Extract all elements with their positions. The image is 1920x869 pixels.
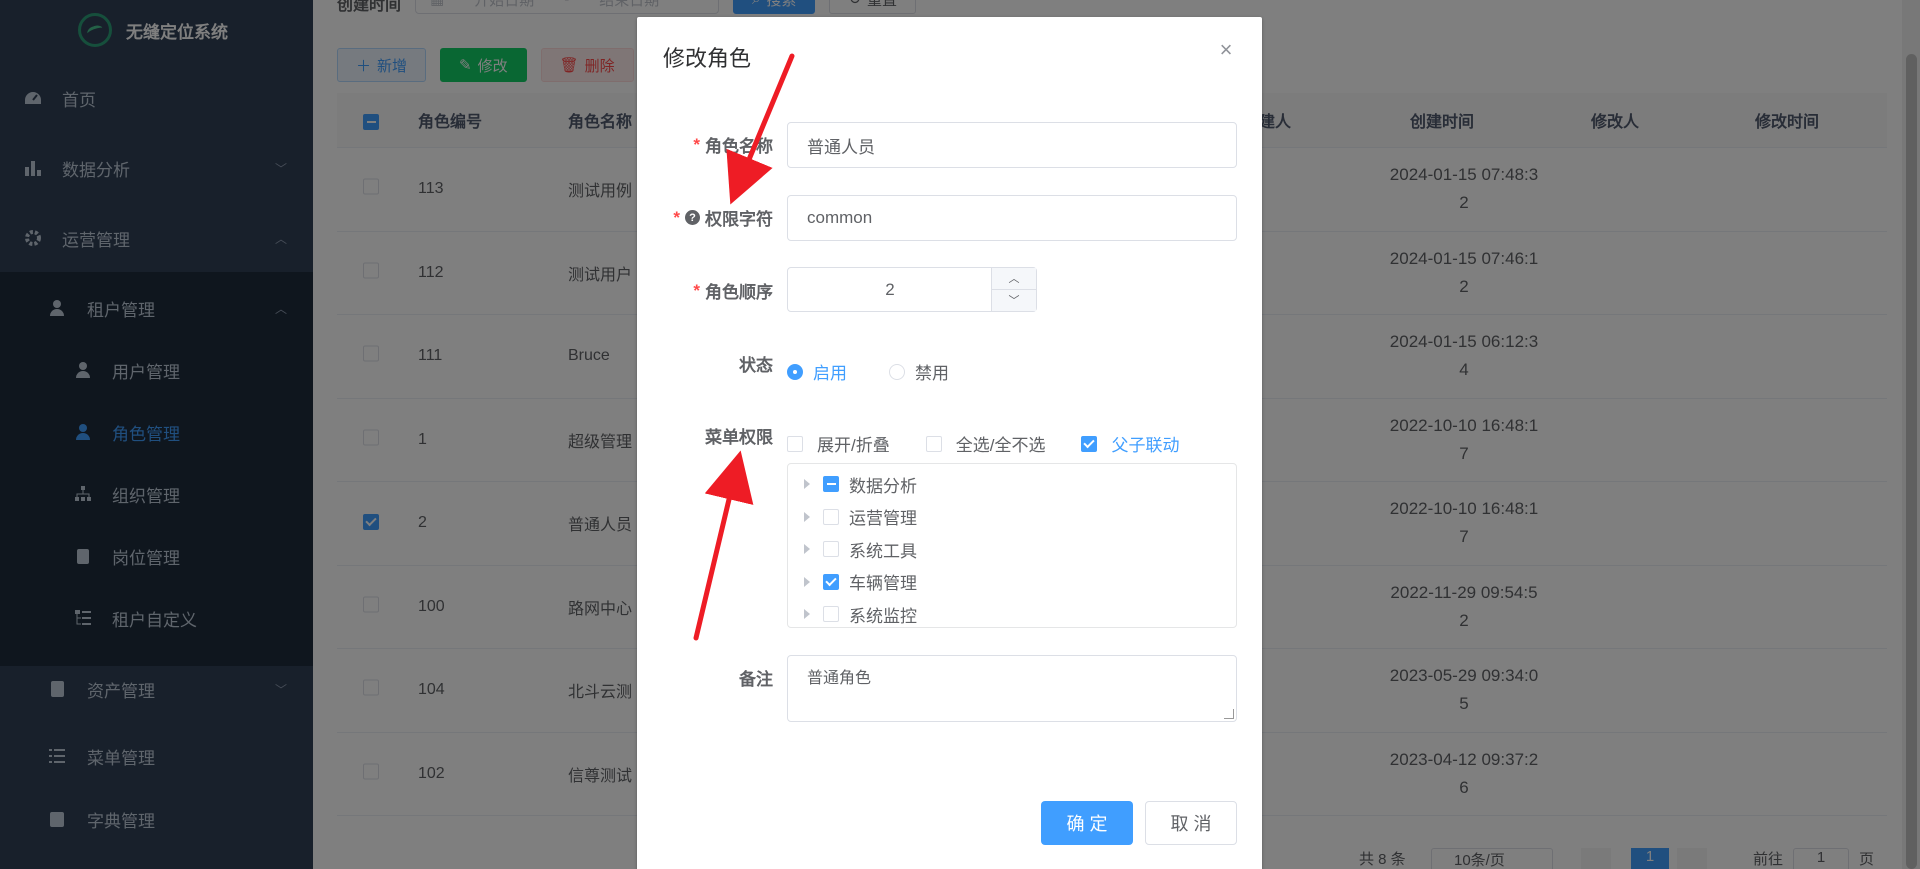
tree-node[interactable]: 系统监控 [788, 598, 1236, 631]
caret-right-icon[interactable] [804, 609, 810, 620]
edit-role-dialog: 修改角色 × * 角色名称 普通人员 *? 权限字符 common * 角色顺序 2 … [637, 17, 1262, 869]
menu-permission-options: 展开/折叠 全选/全不选 父子联动 [787, 431, 1179, 456]
chevron-up-icon[interactable]: ︿ [992, 268, 1036, 290]
menu-permission-tree: 数据分析运营管理系统工具车辆管理系统监控 [787, 463, 1237, 628]
question-icon[interactable]: ? [685, 210, 700, 225]
required-mark: * [693, 280, 700, 300]
tree-node-checkbox[interactable] [823, 476, 839, 493]
order-value[interactable]: 2 [788, 268, 992, 311]
tree-node-label: 数据分析 [849, 476, 917, 496]
status-enabled-label[interactable]: 启用 [813, 359, 847, 384]
close-icon[interactable]: × [1216, 39, 1236, 61]
tree-node-label: 运营管理 [849, 509, 917, 529]
status-disabled-label[interactable]: 禁用 [915, 359, 949, 384]
tree-node-label: 车辆管理 [849, 574, 917, 594]
permission-label-text: 权限字符 [705, 210, 773, 229]
expand-collapse-label[interactable]: 展开/折叠 [817, 431, 890, 456]
tree-node-label: 系统工具 [849, 541, 917, 561]
caret-right-icon[interactable] [804, 576, 810, 587]
confirm-button[interactable]: 确 定 [1041, 801, 1133, 845]
permission-input[interactable]: common [787, 195, 1237, 241]
required-mark: * [673, 207, 680, 227]
parent-child-link-label[interactable]: 父子联动 [1111, 431, 1179, 456]
tree-node[interactable]: 运营管理 [788, 501, 1236, 534]
tree-node[interactable]: 数据分析 [788, 468, 1236, 501]
role-name-label: * 角色名称 [693, 132, 773, 157]
parent-child-link-checkbox[interactable] [1081, 435, 1098, 452]
order-label-text: 角色顺序 [705, 283, 773, 302]
remark-label: 备注 [739, 670, 773, 689]
menu-permission-label: 菜单权限 [705, 428, 773, 447]
tree-node-checkbox[interactable] [823, 573, 839, 590]
role-name-label-text: 角色名称 [705, 137, 773, 156]
cancel-button[interactable]: 取 消 [1145, 801, 1237, 845]
tree-node-checkbox[interactable] [823, 508, 839, 525]
status-radio-group: 启用 禁用 [787, 359, 949, 384]
caret-right-icon[interactable] [804, 479, 810, 490]
tree-node-checkbox[interactable] [823, 541, 839, 558]
resize-handle[interactable] [1224, 709, 1234, 719]
select-all-checkbox[interactable] [925, 435, 942, 452]
dialog-title: 修改角色 [663, 46, 752, 71]
select-all-label[interactable]: 全选/全不选 [956, 431, 1046, 456]
status-disabled-radio[interactable] [889, 363, 905, 380]
required-mark: * [693, 134, 700, 154]
tree-node-label: 系统监控 [849, 606, 917, 626]
tree-node-checkbox[interactable] [823, 606, 839, 623]
order-number-input[interactable]: 2 ︿ ﹀ [787, 267, 1037, 312]
caret-right-icon[interactable] [804, 544, 810, 555]
remark-textarea[interactable]: 普通角色 [787, 655, 1237, 722]
caret-right-icon[interactable] [804, 511, 810, 522]
chevron-down-icon[interactable]: ﹀ [992, 290, 1036, 312]
status-label: 状态 [739, 356, 773, 375]
expand-collapse-checkbox[interactable] [787, 435, 803, 452]
order-stepper[interactable]: ︿ ﹀ [991, 268, 1036, 311]
status-enabled-radio[interactable] [787, 363, 803, 380]
order-label: * 角色顺序 [693, 278, 773, 303]
role-name-input[interactable]: 普通人员 [787, 122, 1237, 168]
tree-node[interactable]: 车辆管理 [788, 566, 1236, 599]
tree-node[interactable]: 系统工具 [788, 533, 1236, 566]
permission-label: *? 权限字符 [673, 205, 773, 230]
remark-text[interactable]: 普通角色 [807, 670, 871, 687]
